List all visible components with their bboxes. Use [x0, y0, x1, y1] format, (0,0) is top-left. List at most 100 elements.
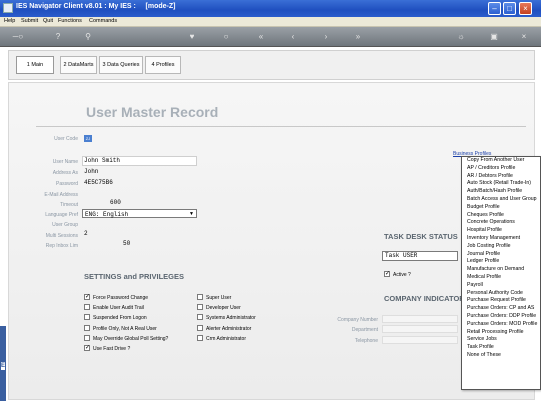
- suspended-checkbox[interactable]: [84, 314, 90, 320]
- menu-quit[interactable]: Quit: [43, 18, 53, 24]
- suspended-label: Suspended From Logon: [93, 315, 147, 321]
- menu-item-job-costing[interactable]: Job Costing Profile: [462, 243, 540, 251]
- fast-drive-label: Use Fast Drive ?: [93, 346, 131, 352]
- menu-item-manufacture[interactable]: Manufacture on Demand: [462, 266, 540, 274]
- menu-item-concrete[interactable]: Concrete Operations: [462, 219, 540, 227]
- alerter-admin-label: Alerter Administrator: [206, 326, 252, 332]
- minimize-button[interactable]: –: [488, 2, 501, 15]
- timeout-label: Timeout: [60, 202, 78, 208]
- alerter-admin-checkbox[interactable]: [197, 325, 203, 331]
- language-value: ENG: English: [85, 211, 129, 218]
- menu-item-service-jobs[interactable]: Service Jobs: [462, 336, 540, 344]
- user-code-field[interactable]: ZJ: [84, 135, 92, 142]
- menu-item-po-mod[interactable]: Purchase Orders: MOD Profile: [462, 321, 540, 329]
- menu-item-po-ddp[interactable]: Purchase Orders: DDP Profile: [462, 313, 540, 321]
- lock-icon[interactable]: ▣: [488, 31, 500, 43]
- crm-admin-label: Crm Administrator: [206, 336, 247, 342]
- developer-user-checkbox[interactable]: [197, 304, 203, 310]
- last-icon[interactable]: »: [352, 31, 364, 43]
- sysadmin-label: Systems Administrator: [206, 315, 256, 321]
- inbox-limit-value[interactable]: 50: [123, 240, 130, 247]
- inbox-limit-label: Rep Inbox Lim: [45, 243, 78, 249]
- page-title: User Master Record: [86, 104, 219, 120]
- department-field[interactable]: [382, 325, 458, 333]
- company-title: COMPANY INDICATOR: [384, 294, 465, 303]
- company-number-label: Company Number: [337, 317, 378, 323]
- menu-item-ar-debtors[interactable]: AR / Debtors Profile: [462, 173, 540, 181]
- telephone-field[interactable]: [382, 336, 458, 344]
- user-name-label: User Name: [52, 159, 78, 165]
- app-icon: [3, 3, 13, 13]
- brightness-icon[interactable]: ☼: [455, 31, 467, 43]
- menu-functions[interactable]: Functions: [58, 18, 82, 24]
- menu-item-purchase-request[interactable]: Purchase Request Profile: [462, 297, 540, 305]
- menu-item-batch-access[interactable]: Batch Access and User Group: [462, 196, 540, 204]
- circle-icon[interactable]: ○: [220, 31, 232, 43]
- search-icon[interactable]: ⚲: [82, 31, 94, 43]
- help-icon[interactable]: ?: [52, 31, 64, 43]
- override-poll-label: May Override Global Poll Setting?: [93, 336, 169, 342]
- sysadmin-checkbox[interactable]: [197, 314, 203, 320]
- menu-item-hospital[interactable]: Hospital Profile: [462, 227, 540, 235]
- heart-icon[interactable]: ♥: [186, 31, 198, 43]
- menu-item-task[interactable]: Task Profile: [462, 344, 540, 352]
- multi-sessions-label: Multi Sessions: [45, 233, 78, 239]
- menu-item-budget[interactable]: Budget Profile: [462, 204, 540, 212]
- timeout-value[interactable]: 600: [110, 199, 121, 206]
- tab-main[interactable]: 1 Main: [16, 56, 54, 74]
- menu-item-none[interactable]: None of These: [462, 352, 540, 360]
- crm-admin-checkbox[interactable]: [197, 335, 203, 341]
- tab-datamarts[interactable]: 2 DataMarts: [60, 56, 97, 74]
- title-divider: [36, 126, 526, 127]
- key-icon[interactable]: ─○: [8, 31, 28, 43]
- menu-item-copy-user[interactable]: Copy From Another User: [462, 157, 540, 165]
- prev-icon[interactable]: ‹: [287, 31, 299, 43]
- fast-drive-checkbox[interactable]: ✓: [84, 345, 90, 351]
- force-password-checkbox[interactable]: ✓: [84, 294, 90, 300]
- menu-submit[interactable]: Submit: [21, 18, 38, 24]
- menu-item-retail[interactable]: Retail Processing Profile: [462, 329, 540, 337]
- menu-help[interactable]: Help: [4, 18, 15, 24]
- audit-trail-checkbox[interactable]: [84, 304, 90, 310]
- override-poll-checkbox[interactable]: [84, 335, 90, 341]
- menu-commands[interactable]: Commands: [89, 18, 117, 24]
- first-icon[interactable]: «: [255, 31, 267, 43]
- menu-item-auto-stock[interactable]: Auto Stock (Retail Trade-In): [462, 180, 540, 188]
- menu-item-payroll[interactable]: Payroll: [462, 282, 540, 290]
- close-button[interactable]: ×: [519, 2, 532, 15]
- company-number-field[interactable]: [382, 315, 458, 323]
- tab-data-queries[interactable]: 3 Data Queries: [99, 56, 143, 74]
- user-group-label: User Group: [52, 222, 78, 228]
- active-checkbox[interactable]: ✓: [384, 271, 390, 277]
- tab-profiles[interactable]: 4 Profiles: [145, 56, 181, 74]
- toolbar-close-icon[interactable]: ×: [518, 31, 530, 43]
- profile-only-checkbox[interactable]: [84, 325, 90, 331]
- address-as-label: Address As: [52, 170, 78, 176]
- side-strip-mark: E: [1, 362, 6, 370]
- chevron-down-icon[interactable]: ▼: [188, 211, 195, 217]
- settings-title: SETTINGS and PRIVILEGES: [84, 272, 185, 281]
- department-label: Department: [351, 327, 378, 333]
- menu-item-inventory[interactable]: Inventory Management: [462, 235, 540, 243]
- menu-item-journal[interactable]: Journal Profile: [462, 251, 540, 259]
- language-select[interactable]: ENG: English ▼: [82, 209, 197, 218]
- next-icon[interactable]: ›: [320, 31, 332, 43]
- menu-item-ledger[interactable]: Ledger Profile: [462, 258, 540, 266]
- task-desk-field[interactable]: Task USER: [382, 251, 458, 261]
- menu-item-auth-batch[interactable]: Auth/Batch/Hash Profile: [462, 188, 540, 196]
- menu-item-medical[interactable]: Medical Profile: [462, 274, 540, 282]
- title-bar: IES Navigator Client v8.01 : My IES : [m…: [0, 0, 541, 17]
- menu-item-authority-code[interactable]: Personal Authority Code: [462, 290, 540, 298]
- menu-item-ap-creditors[interactable]: AP / Creditors Profile: [462, 165, 540, 173]
- menu-item-po-cp[interactable]: Purchase Orders: CP and AS: [462, 305, 540, 313]
- email-label: E-Mail Address: [44, 192, 78, 198]
- multi-sessions-value[interactable]: 2: [84, 230, 88, 237]
- maximize-button[interactable]: □: [503, 2, 516, 15]
- menu-item-cheques[interactable]: Cheques Profile: [462, 212, 540, 220]
- password-value[interactable]: 4E5C75B6: [84, 179, 113, 186]
- address-as-value[interactable]: John: [84, 168, 98, 175]
- super-user-checkbox[interactable]: [197, 294, 203, 300]
- window-title: IES Navigator Client v8.01 : My IES : [m…: [16, 3, 176, 10]
- user-code-label: User Code: [54, 136, 78, 142]
- language-label: Language Pref: [45, 212, 78, 218]
